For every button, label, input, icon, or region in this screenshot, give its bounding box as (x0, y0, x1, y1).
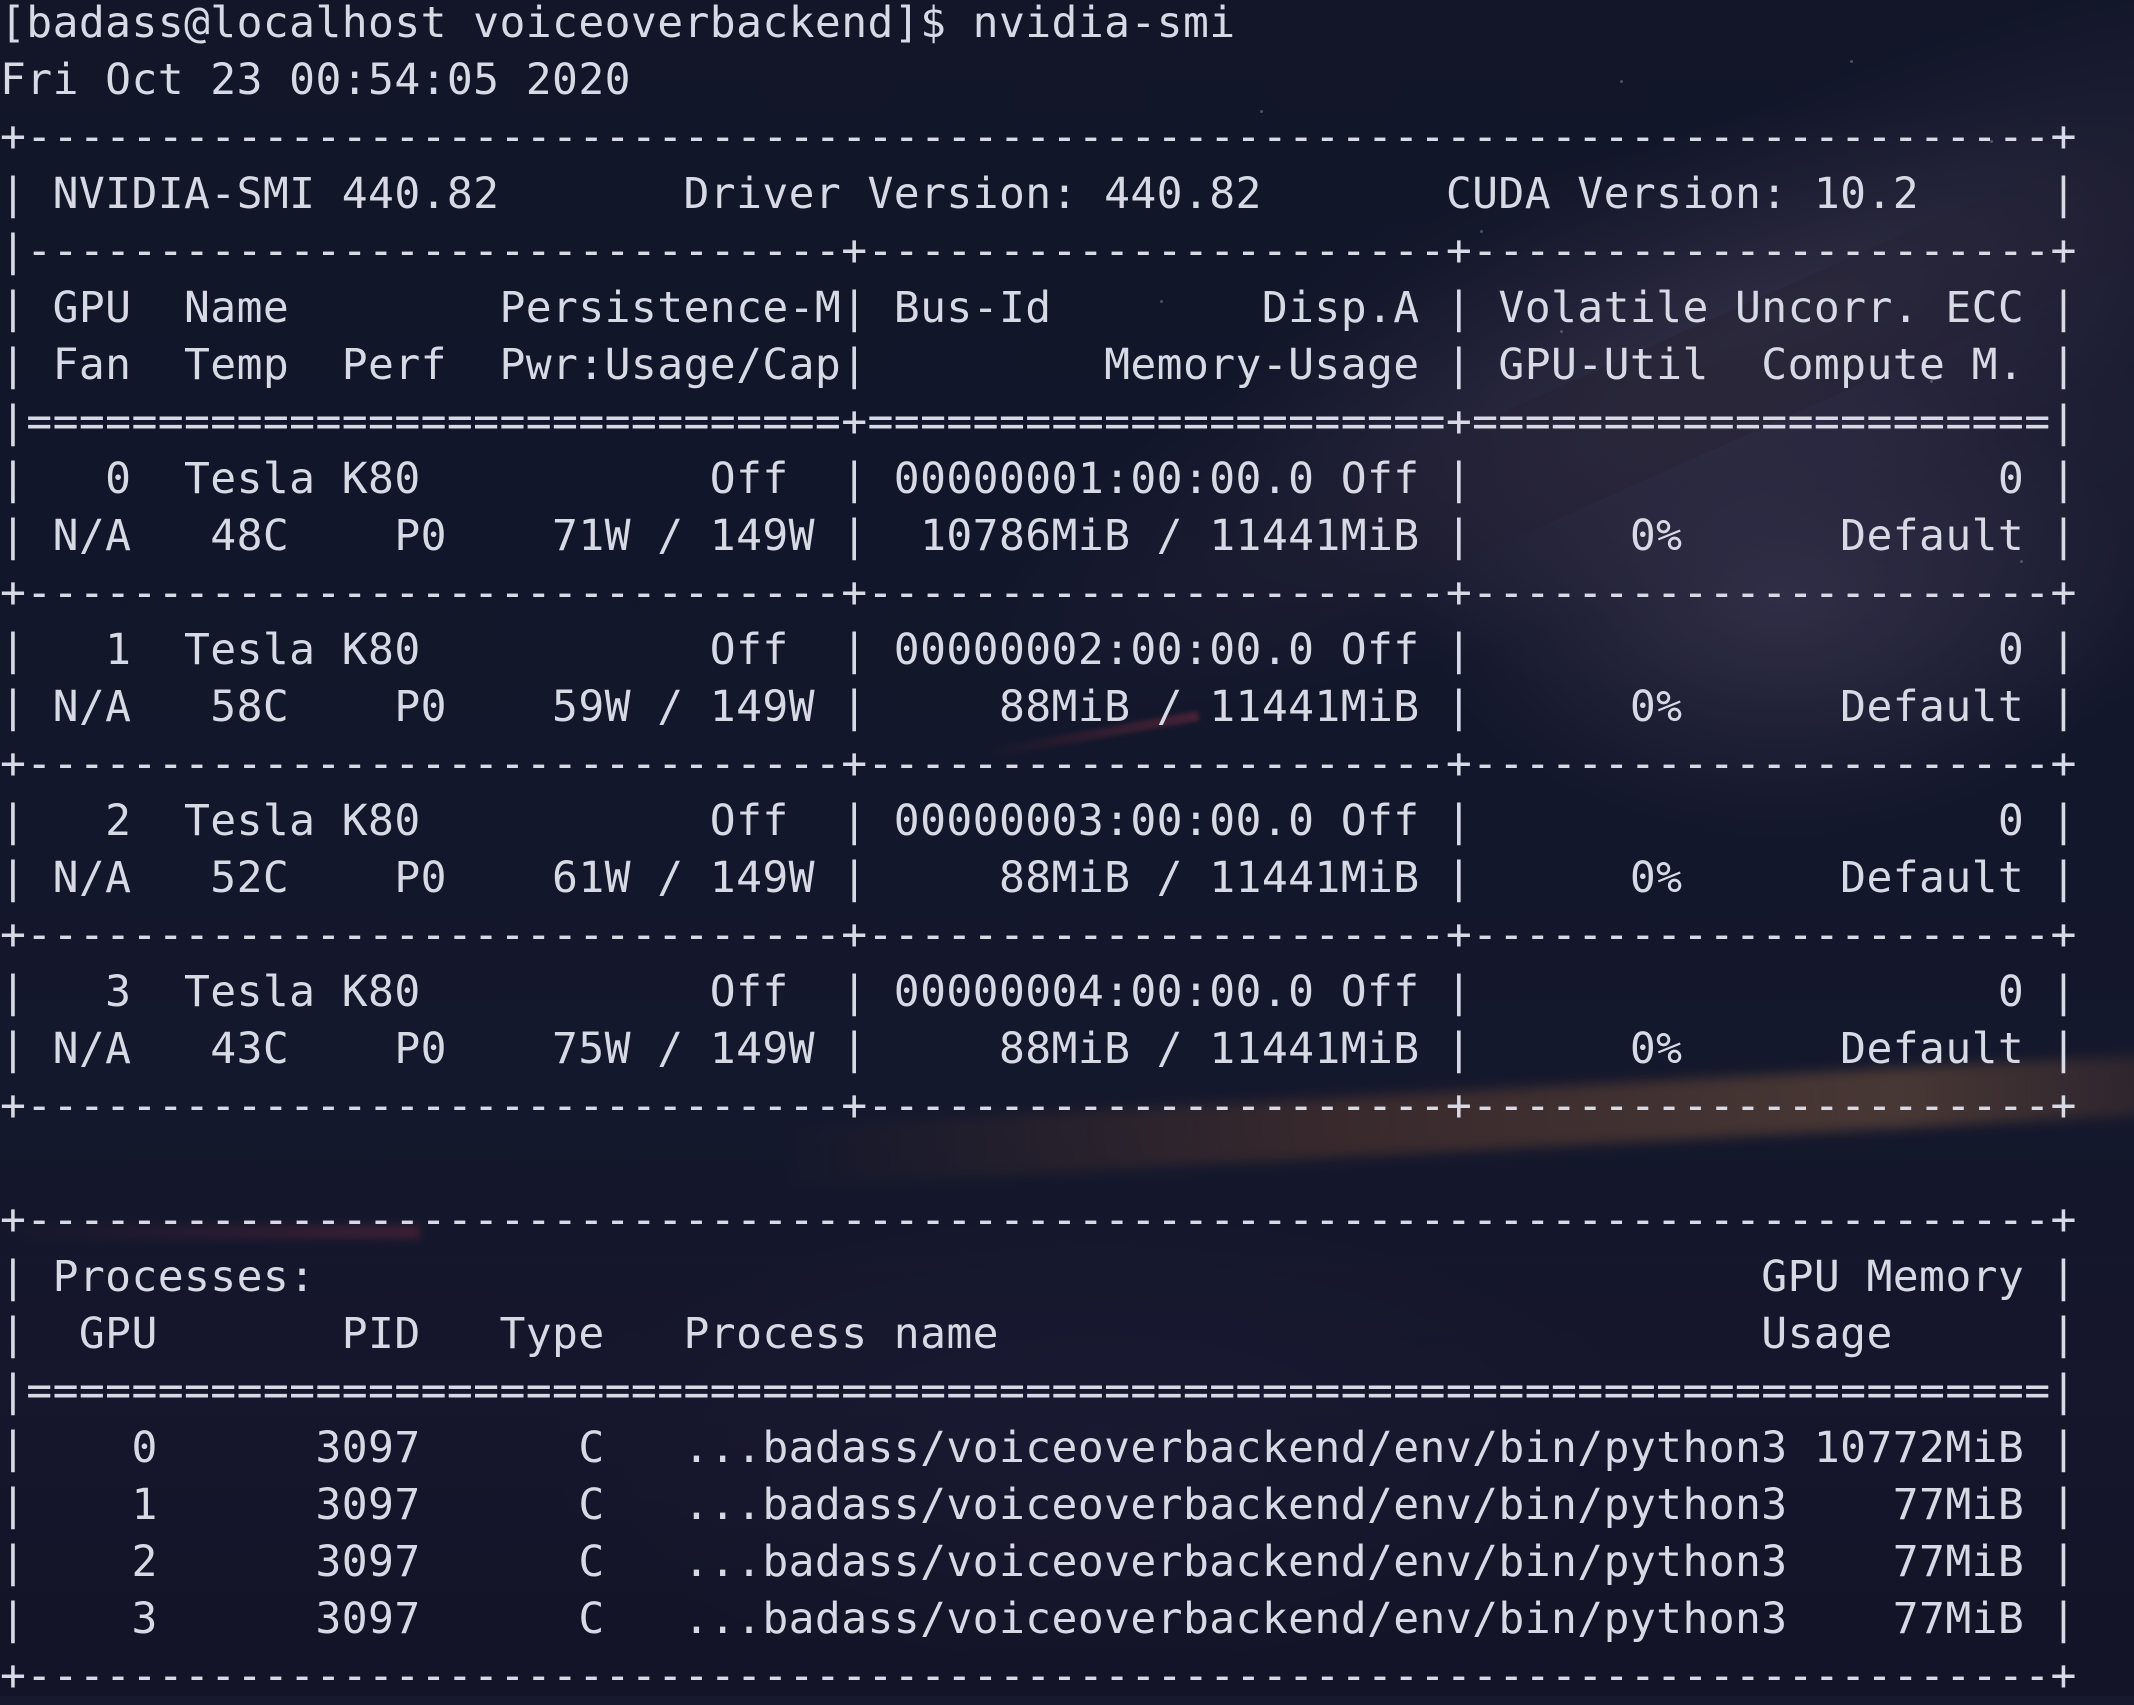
table-border-double: |=======================================… (0, 1366, 2077, 1416)
gpu-2-row-2: | N/A 52C P0 61W / 149W | 88MiB / 11441M… (0, 853, 2077, 903)
gpu-1-row-1: | 1 Tesla K80 Off | 00000002:00:00.0 Off… (0, 625, 2077, 675)
gpu-2-row-1: | 2 Tesla K80 Off | 00000003:00:00.0 Off… (0, 796, 2077, 846)
table-border: +-------------------------------+-------… (0, 1081, 2077, 1131)
process-row-gpu-2: | 2 3097 C ...badass/voiceoverbackend/en… (0, 1537, 2077, 1587)
table-border: +---------------------------------------… (0, 1195, 2077, 1245)
version-header: | NVIDIA-SMI 440.82 Driver Version: 440.… (0, 169, 2077, 219)
process-row-gpu-0: | 0 3097 C ...badass/voiceoverbackend/en… (0, 1423, 2077, 1473)
processes-header-row-1: | Processes: GPU Memory | (0, 1252, 2077, 1302)
table-border: +-------------------------------+-------… (0, 910, 2077, 960)
timestamp-line: Fri Oct 23 00:54:05 2020 (0, 55, 631, 105)
table-border: +---------------------------------------… (0, 112, 2077, 162)
process-row-gpu-1: | 1 3097 C ...badass/voiceoverbackend/en… (0, 1480, 2077, 1530)
table-border: +-------------------------------+-------… (0, 739, 2077, 789)
process-row-gpu-3: | 3 3097 C ...badass/voiceoverbackend/en… (0, 1594, 2077, 1644)
table-border-double: |===============================+=======… (0, 397, 2077, 447)
terminal-window[interactable]: [badass@localhost voiceoverbackend]$ nvi… (0, 0, 2134, 1701)
table-border: +---------------------------------------… (0, 1651, 2077, 1701)
gpu-1-row-2: | N/A 58C P0 59W / 149W | 88MiB / 11441M… (0, 682, 2077, 732)
gpu-3-row-2: | N/A 43C P0 75W / 149W | 88MiB / 11441M… (0, 1024, 2077, 1074)
gpu-0-row-1: | 0 Tesla K80 Off | 00000001:00:00.0 Off… (0, 454, 2077, 504)
gpu-table-header-row-1: | GPU Name Persistence-M| Bus-Id Disp.A … (0, 283, 2077, 333)
table-border: |-------------------------------+-------… (0, 226, 2077, 276)
processes-header-row-2: | GPU PID Type Process name Usage | (0, 1309, 2077, 1359)
gpu-0-row-2: | N/A 48C P0 71W / 149W | 10786MiB / 114… (0, 511, 2077, 561)
gpu-table-header-row-2: | Fan Temp Perf Pwr:Usage/Cap| Memory-Us… (0, 340, 2077, 390)
table-border: +-------------------------------+-------… (0, 568, 2077, 618)
shell-prompt-command: [badass@localhost voiceoverbackend]$ nvi… (0, 0, 1236, 48)
gpu-3-row-1: | 3 Tesla K80 Off | 00000004:00:00.0 Off… (0, 967, 2077, 1017)
